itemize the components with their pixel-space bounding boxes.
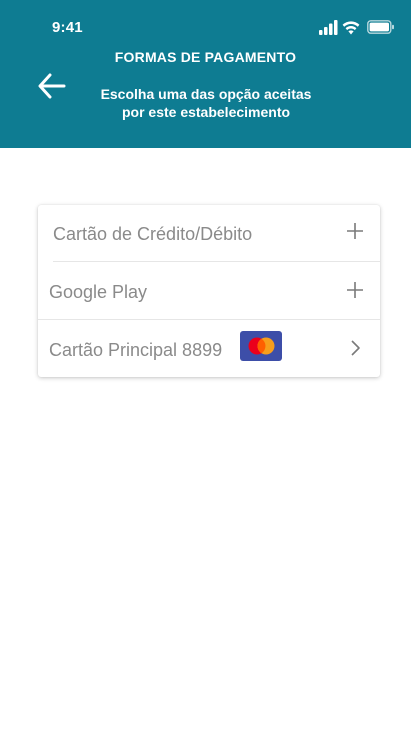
subtitle-line-2: por este estabelecimento (121, 104, 291, 120)
chevron-right-icon[interactable] (346, 339, 364, 357)
payment-option-label: Google Play (49, 282, 148, 302)
arrow-left-icon (38, 73, 66, 99)
plus-icon[interactable] (346, 281, 364, 299)
page-subtitle: Escolha uma das opção aceitas por este e… (88, 85, 324, 121)
wifi-icon (342, 21, 360, 35)
payment-option-google-play[interactable]: Google Play (38, 262, 380, 319)
mastercard-icon (240, 331, 282, 361)
status-icons (315, 19, 395, 37)
header: 9:41 FORMAS DE PAGAMENTO Escolha uma das… (0, 0, 411, 148)
plus-icon[interactable] (346, 222, 364, 240)
payment-methods-screen: 9:41 FORMAS DE PAGAMENTO Escolha uma das… (0, 0, 411, 731)
page-title: FORMAS DE PAGAMENTO (114, 49, 297, 65)
status-time: 9:41 (52, 19, 83, 36)
back-button[interactable] (36, 70, 68, 102)
payment-option-label: Cartão Principal 8899 (49, 340, 223, 360)
payment-option-label: Cartão de Crédito/Débito (53, 224, 253, 244)
subtitle-line-1: Escolha uma das opção aceitas (100, 86, 312, 102)
battery-icon (367, 20, 394, 34)
signal-icon (319, 20, 338, 35)
payment-option-credit-debit-card[interactable]: Cartão de Crédito/Débito (38, 205, 380, 262)
payment-options-card: Cartão de Crédito/Débito Google Play Car… (38, 205, 380, 377)
payment-option-main-card[interactable]: Cartão Principal 8899 (38, 320, 380, 377)
